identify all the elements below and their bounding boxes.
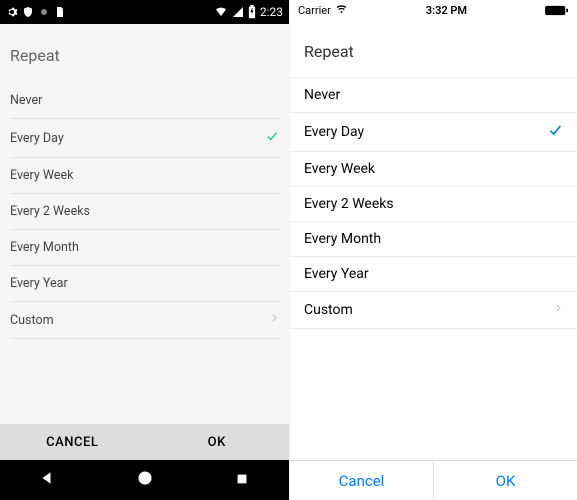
option-every-year[interactable]: Every Year — [10, 266, 279, 302]
android-status-left — [6, 6, 66, 18]
android-action-bar: CANCEL OK — [0, 424, 289, 460]
option-every-2-weeks[interactable]: Every 2 Weeks — [290, 187, 577, 222]
ios-screen: Carrier 3:32 PM Repeat Never Every Day E… — [289, 0, 577, 500]
checkmark-icon — [265, 129, 279, 147]
page-title: Repeat — [290, 20, 577, 77]
ios-action-bar: Cancel OK — [290, 460, 577, 500]
option-never[interactable]: Never — [10, 83, 279, 119]
android-status-right: 2:23 — [214, 5, 283, 19]
ios-options-list: Never Every Day Every Week Every 2 Weeks… — [290, 77, 577, 329]
nav-recent-icon[interactable] — [235, 471, 249, 490]
cell-signal-icon — [232, 6, 244, 18]
option-never[interactable]: Never — [290, 77, 577, 113]
option-custom[interactable]: Custom — [290, 292, 577, 329]
nav-home-icon[interactable] — [136, 469, 154, 491]
option-label: Every Day — [10, 131, 64, 146]
option-every-month[interactable]: Every Month — [10, 230, 279, 266]
chevron-right-icon — [553, 301, 563, 319]
option-label: Custom — [304, 302, 353, 318]
option-every-week[interactable]: Every Week — [10, 158, 279, 194]
gear-icon — [6, 6, 18, 18]
option-label: Custom — [10, 313, 54, 328]
ok-button[interactable]: OK — [434, 461, 577, 500]
wifi-icon — [335, 5, 348, 15]
option-every-month[interactable]: Every Month — [290, 222, 577, 257]
option-label: Every Year — [304, 266, 369, 282]
ios-status-bar: Carrier 3:32 PM — [290, 0, 577, 20]
android-options-list: Never Every Day Every Week Every 2 Weeks… — [0, 83, 289, 424]
checkmark-icon — [547, 122, 563, 142]
option-every-day[interactable]: Every Day — [10, 119, 279, 158]
option-label: Every 2 Weeks — [10, 204, 90, 219]
option-custom[interactable]: Custom — [10, 302, 279, 339]
option-every-year[interactable]: Every Year — [290, 257, 577, 292]
page-title: Repeat — [0, 24, 289, 83]
cancel-button[interactable]: Cancel — [290, 461, 433, 500]
battery-icon — [545, 5, 569, 16]
option-label: Every Day — [304, 124, 364, 140]
option-label: Every Week — [304, 161, 375, 177]
shield-icon — [22, 6, 34, 18]
sdcard-icon — [54, 6, 66, 18]
option-label: Every 2 Weeks — [304, 196, 394, 212]
nav-back-icon[interactable] — [40, 470, 56, 490]
battery-icon — [248, 5, 256, 19]
circle-icon — [38, 6, 50, 18]
android-clock: 2:23 — [260, 5, 283, 19]
ios-clock: 3:32 PM — [426, 4, 467, 17]
option-label: Every Week — [10, 168, 73, 183]
option-every-day[interactable]: Every Day — [290, 113, 577, 152]
option-label: Every Month — [304, 231, 381, 247]
option-label: Every Year — [10, 276, 68, 291]
option-label: Every Month — [10, 240, 79, 255]
carrier-label: Carrier — [298, 4, 331, 17]
android-screen: 2:23 Repeat Never Every Day Every Week E… — [0, 0, 289, 500]
chevron-right-icon — [269, 312, 279, 328]
android-status-bar: 2:23 — [0, 0, 289, 24]
option-label: Never — [304, 87, 340, 103]
ok-button[interactable]: OK — [145, 424, 290, 460]
ios-status-left: Carrier — [298, 4, 348, 17]
wifi-icon — [214, 6, 228, 18]
android-nav-bar — [0, 460, 289, 500]
option-label: Never — [10, 93, 42, 108]
cancel-button[interactable]: CANCEL — [0, 424, 145, 460]
option-every-week[interactable]: Every Week — [290, 152, 577, 187]
option-every-2-weeks[interactable]: Every 2 Weeks — [10, 194, 279, 230]
ios-status-right — [545, 5, 569, 16]
